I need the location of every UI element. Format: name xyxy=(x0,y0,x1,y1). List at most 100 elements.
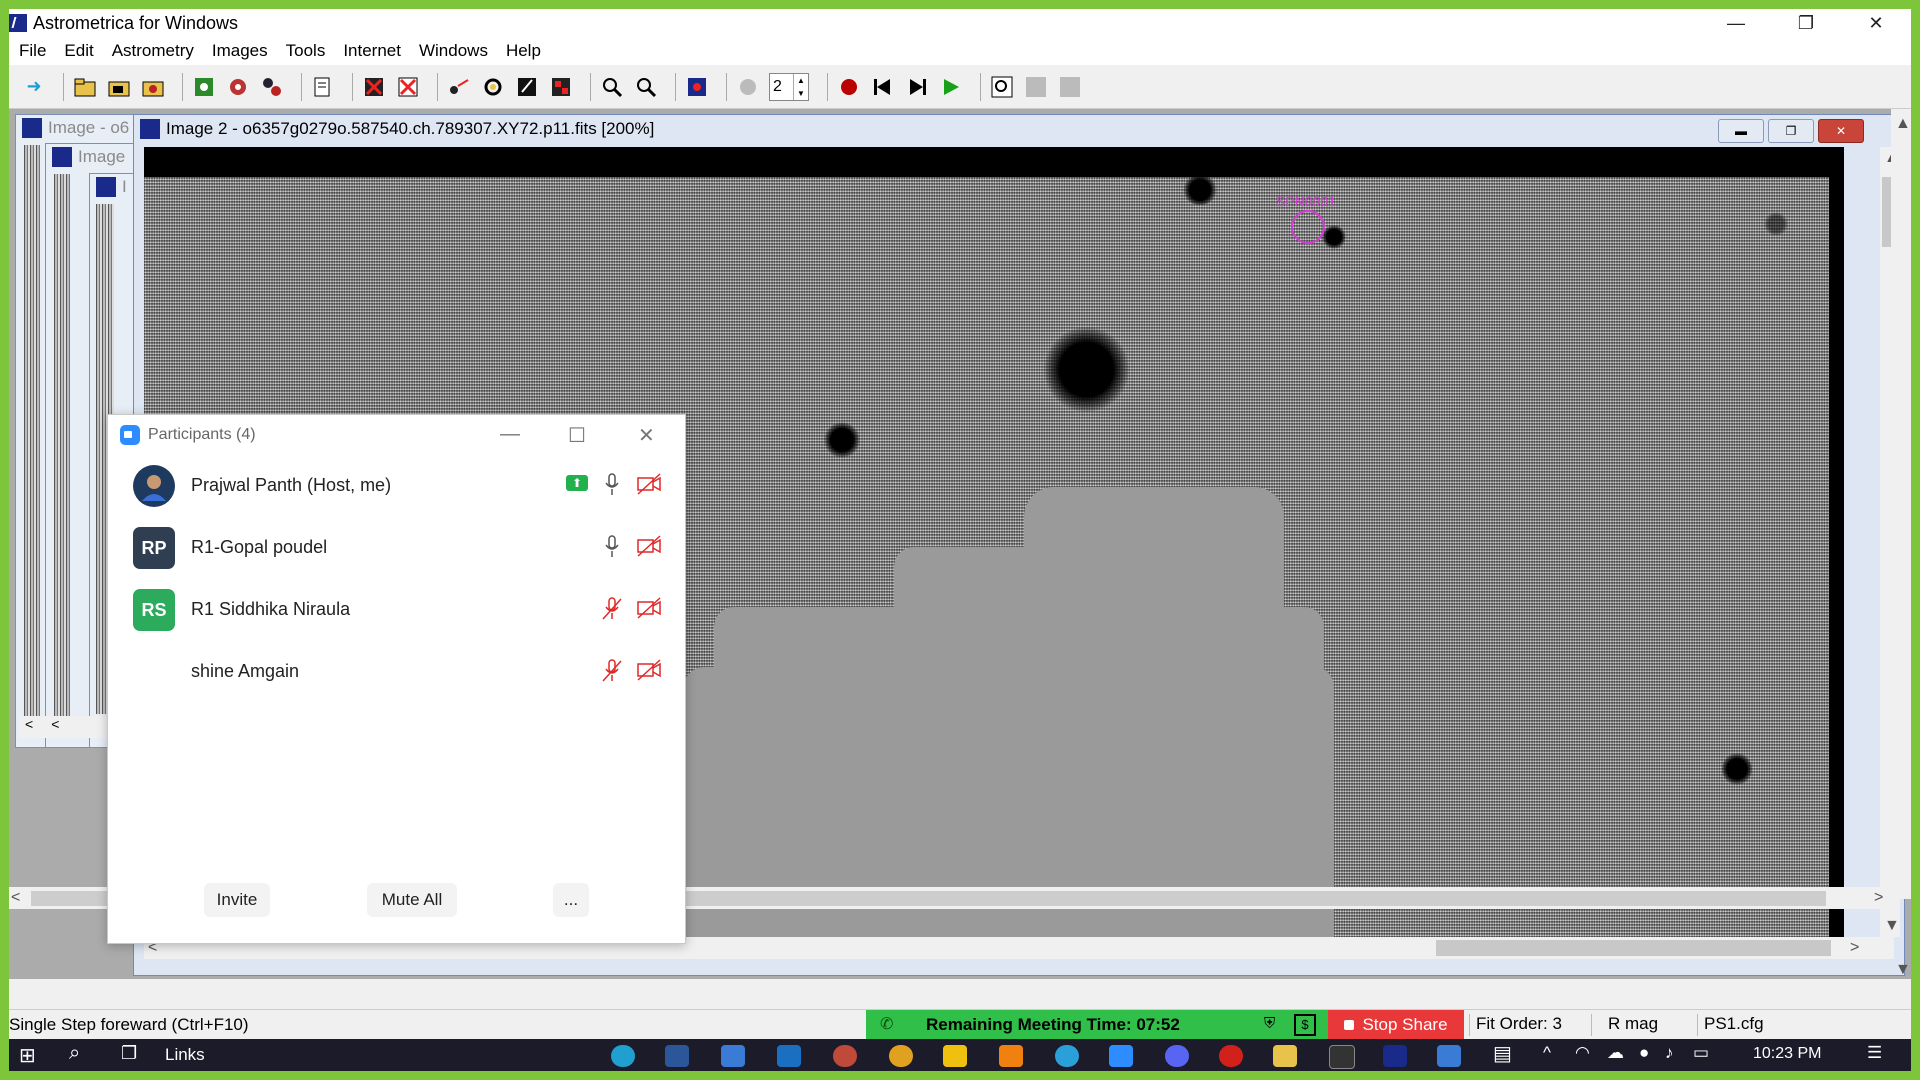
star xyxy=(1182,175,1218,205)
stop-share-button[interactable]: Stop Share xyxy=(1328,1010,1464,1040)
microphone-icon[interactable]: ● xyxy=(1639,1043,1649,1063)
image-strip xyxy=(54,174,70,724)
news-icon[interactable]: ▤ xyxy=(1493,1041,1512,1066)
moving-object-icon[interactable] xyxy=(446,74,472,100)
close-all-icon[interactable] xyxy=(395,74,421,100)
step-forward-icon[interactable] xyxy=(904,74,930,100)
settings-icon[interactable] xyxy=(225,74,251,100)
invite-button[interactable]: Invite xyxy=(204,883,270,917)
participant-row[interactable]: RP R1-Gopal poudel xyxy=(108,517,685,573)
participants-panel[interactable]: Participants (4) — ☐ ✕ Prajwal Panth (Ho… xyxy=(107,414,686,944)
video-off-icon[interactable] xyxy=(636,597,662,619)
image-restore-button[interactable]: ❐ xyxy=(1768,119,1814,143)
delete-icon[interactable] xyxy=(361,74,387,100)
circle-icon[interactable] xyxy=(480,74,506,100)
notifications-icon[interactable]: ☰ xyxy=(1867,1043,1882,1063)
panel-maximize-icon[interactable]: ☐ xyxy=(568,423,586,448)
wifi-icon[interactable]: ◠ xyxy=(1575,1043,1590,1063)
shield-icon: ⛨ xyxy=(1264,1015,1276,1032)
magnifier-icon[interactable] xyxy=(989,74,1015,100)
image-window-icon xyxy=(96,177,116,197)
mail-icon[interactable] xyxy=(777,1045,801,1067)
app-icon[interactable] xyxy=(943,1045,967,1067)
edit-icon[interactable] xyxy=(514,74,540,100)
restore-button[interactable]: ❐ xyxy=(1771,9,1841,37)
task-view-icon[interactable]: ❐ xyxy=(121,1043,137,1064)
file-explorer-icon[interactable] xyxy=(1273,1045,1297,1067)
volume-icon[interactable]: ♪ xyxy=(1665,1043,1674,1063)
minimize-button[interactable]: — xyxy=(1701,9,1771,37)
clock[interactable]: 10:23 PM xyxy=(1753,1045,1821,1063)
telegram-icon[interactable] xyxy=(1055,1045,1079,1067)
more-options-button[interactable]: ... xyxy=(553,883,589,917)
astrometrica-taskbar-icon[interactable] xyxy=(1383,1045,1407,1067)
zoom-in-icon[interactable] xyxy=(599,74,625,100)
microphone-muted-icon[interactable] xyxy=(601,659,623,683)
microphone-muted-icon[interactable] xyxy=(601,597,623,621)
image-minimize-button[interactable]: ▬ xyxy=(1718,119,1764,143)
menu-edit[interactable]: Edit xyxy=(64,41,93,61)
video-off-icon[interactable] xyxy=(636,473,662,495)
play-icon[interactable] xyxy=(938,74,964,100)
record-icon[interactable] xyxy=(836,74,862,100)
menu-internet[interactable]: Internet xyxy=(343,41,401,61)
links-toolbar[interactable]: Links xyxy=(165,1045,205,1065)
app-icon[interactable] xyxy=(721,1045,745,1067)
video-off-icon[interactable] xyxy=(636,535,662,557)
mute-all-button[interactable]: Mute All xyxy=(367,883,457,917)
participant-row[interactable]: RS R1 Siddhika Niraula xyxy=(108,579,685,635)
video-off-icon[interactable] xyxy=(636,659,662,681)
report-icon[interactable] xyxy=(310,74,336,100)
opera-icon[interactable] xyxy=(1219,1045,1243,1067)
avatar xyxy=(133,651,175,693)
load-catalog-icon[interactable] xyxy=(140,74,166,100)
arrow-icon[interactable]: ➜ xyxy=(21,74,47,100)
object-marker[interactable] xyxy=(1291,210,1325,244)
data-reduction-icon[interactable] xyxy=(191,74,217,100)
panel-close-icon[interactable]: ✕ xyxy=(638,423,655,448)
open-images-icon[interactable] xyxy=(106,74,132,100)
mdi-vertical-scrollbar[interactable]: ▲ ▼ xyxy=(1891,109,1911,978)
astrometrica-app-icon xyxy=(9,14,27,32)
star-icon[interactable] xyxy=(259,74,285,100)
participant-row[interactable]: Prajwal Panth (Host, me) ⬆ xyxy=(108,455,685,511)
search-icon[interactable]: ⌕ xyxy=(69,1042,80,1065)
zoom-out-icon[interactable] xyxy=(633,74,659,100)
menu-help[interactable]: Help xyxy=(506,41,541,61)
microphone-icon[interactable] xyxy=(605,473,619,497)
image-close-button[interactable]: ✕ xyxy=(1818,119,1864,143)
menu-astrometry[interactable]: Astrometry xyxy=(112,41,194,61)
disabled-button-icon xyxy=(1023,74,1049,100)
participant-row[interactable]: shine Amgain xyxy=(108,641,685,697)
paint-icon[interactable] xyxy=(833,1045,857,1067)
edge-icon[interactable] xyxy=(611,1045,635,1067)
word-icon[interactable] xyxy=(665,1045,689,1067)
discord-icon[interactable] xyxy=(1165,1045,1189,1067)
microphone-icon[interactable] xyxy=(605,535,619,559)
zoom-icon[interactable] xyxy=(1109,1045,1133,1067)
disabled-icon xyxy=(735,74,761,100)
close-button[interactable]: ✕ xyxy=(1841,9,1911,37)
magnitude-band: R mag xyxy=(1591,1014,1668,1036)
terminal-icon[interactable] xyxy=(1329,1045,1355,1069)
menu-images[interactable]: Images xyxy=(212,41,268,61)
view-icon[interactable] xyxy=(684,74,710,100)
step-back-icon[interactable] xyxy=(870,74,896,100)
image-window-icon xyxy=(22,118,42,138)
chevron-up-icon[interactable]: ^ xyxy=(1543,1043,1551,1063)
menu-file[interactable]: File xyxy=(19,41,46,61)
menu-tools[interactable]: Tools xyxy=(286,41,326,61)
app-icon[interactable] xyxy=(1437,1045,1461,1067)
vlc-icon[interactable] xyxy=(999,1045,1023,1067)
object-marker-label: SPN0001 xyxy=(1276,193,1336,209)
chrome-icon[interactable] xyxy=(889,1045,913,1067)
windows-start-icon[interactable]: ⊞ xyxy=(19,1043,36,1068)
panel-minimize-icon[interactable]: — xyxy=(500,423,520,446)
blink-icon[interactable] xyxy=(548,74,574,100)
step-spinner[interactable]: 2 ▲ ▼ xyxy=(769,72,809,101)
battery-icon[interactable]: ▭ xyxy=(1693,1043,1709,1063)
title-bar: Astrometrica for Windows — ❐ ✕ xyxy=(9,9,1911,37)
cloud-icon[interactable]: ☁ xyxy=(1607,1043,1624,1063)
open-folder-icon[interactable] xyxy=(72,74,98,100)
menu-windows[interactable]: Windows xyxy=(419,41,488,61)
